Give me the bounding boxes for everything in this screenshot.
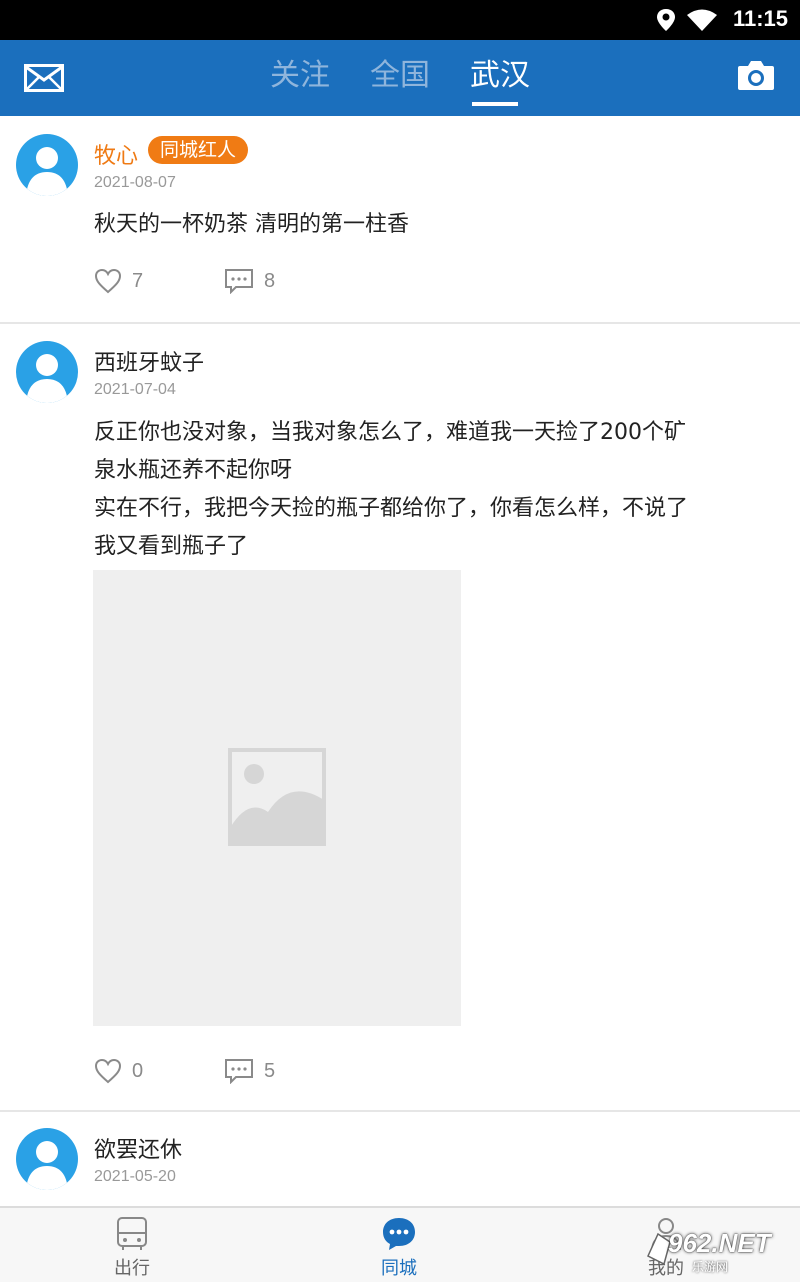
status-time: 11:15 <box>732 6 788 31</box>
nav-item-travel[interactable]: 出行 <box>72 1208 192 1282</box>
wifi-icon <box>687 9 717 31</box>
watermark-text: 962.NET <box>668 1228 771 1258</box>
user-icon <box>26 1141 68 1190</box>
post-content: 秋天的一杯奶茶 清明的第一柱香 <box>94 212 409 237</box>
post-date: 2021-08-07 <box>94 174 176 191</box>
post-content: 反正你也没对象，当我对象怎么了，难道我一天捡了200个矿 泉水瓶还养不起你呀 实… <box>94 414 774 566</box>
username[interactable]: 欲罢还休 <box>94 1132 182 1164</box>
chat-bubble-icon <box>383 1218 415 1250</box>
post-card[interactable]: 欲罢还休 2021-05-20 <box>0 1112 800 1206</box>
comment-count: 8 <box>264 269 276 292</box>
avatar[interactable] <box>16 1128 78 1190</box>
nav-label: 出行 <box>114 1258 150 1279</box>
like-count: 0 <box>132 1059 144 1082</box>
tab-national[interactable]: 全国 <box>370 54 430 98</box>
post-feed[interactable]: 牧心 同城红人 2021-08-07 秋天的一杯奶茶 清明的第一柱香 7 8 西… <box>0 116 800 1206</box>
site-watermark: 962.NET 乐游网 <box>644 1226 794 1276</box>
bus-icon <box>117 1217 147 1250</box>
watermark-subtext: 乐游网 <box>692 1260 729 1274</box>
like-count: 7 <box>132 269 144 292</box>
like-button[interactable]: 7 <box>94 268 143 294</box>
post-date: 2021-07-04 <box>94 381 176 398</box>
post-content-line: 实在不行，我把今天捡的瓶子都给你了，你看怎么样，不说了 <box>94 496 689 521</box>
comment-button[interactable]: 8 <box>224 268 275 294</box>
like-button[interactable]: 0 <box>94 1058 143 1084</box>
nav-label: 同城 <box>381 1258 417 1279</box>
post-date: 2021-05-20 <box>94 1168 176 1185</box>
user-icon <box>26 147 68 196</box>
post-content-line: 反正你也没对象，当我对象怎么了，难道我一天捡了200个矿 <box>94 420 686 445</box>
username[interactable]: 西班牙蚊子 <box>94 345 204 377</box>
status-bar: 11:15 <box>0 0 800 40</box>
heart-icon <box>94 1058 122 1084</box>
post-image[interactable] <box>93 570 461 1026</box>
app-bar: 关注 全国 武汉 <box>0 40 800 116</box>
avatar[interactable] <box>16 341 78 403</box>
user-badge: 同城红人 <box>148 136 249 164</box>
heart-icon <box>94 268 122 294</box>
post-card[interactable]: 牧心 同城红人 2021-08-07 秋天的一杯奶茶 清明的第一柱香 7 8 <box>0 116 800 324</box>
post-content-line: 我又看到瓶子了 <box>94 534 249 559</box>
comment-button[interactable]: 5 <box>224 1058 275 1084</box>
image-placeholder-icon <box>228 748 326 846</box>
user-icon <box>26 354 68 403</box>
post-card[interactable]: 西班牙蚊子 2021-07-04 反正你也没对象，当我对象怎么了，难道我一天捡了… <box>0 324 800 1112</box>
tab-follow[interactable]: 关注 <box>270 54 330 98</box>
comment-icon <box>225 1059 253 1084</box>
nav-item-local[interactable]: 同城 <box>339 1208 459 1282</box>
post-content-line: 泉水瓶还养不起你呀 <box>94 458 293 483</box>
location-icon <box>657 9 675 31</box>
comment-icon <box>225 269 253 294</box>
avatar[interactable] <box>16 134 78 196</box>
username[interactable]: 牧心 <box>94 138 138 170</box>
active-tab-indicator <box>472 102 518 106</box>
comment-count: 5 <box>264 1059 276 1082</box>
tab-wuhan[interactable]: 武汉 <box>470 54 530 98</box>
feed-tabs: 关注 全国 武汉 <box>0 40 800 116</box>
camera-icon[interactable] <box>736 58 776 92</box>
